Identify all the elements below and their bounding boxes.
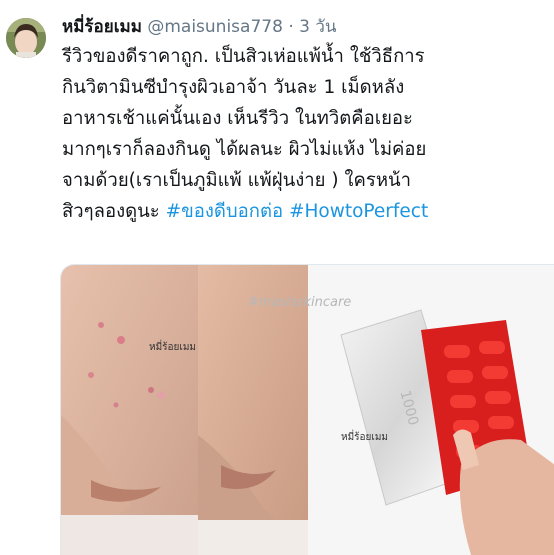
tweet-card[interactable]: หมี่ร้อยเมม @maisunisa778 · 3 วัน รีวิวข… bbox=[0, 0, 554, 555]
tweet-line: รีวิวของดีราคาถูก. เป็นสิวเห่อแพ้น้ำ ใช้… bbox=[62, 46, 425, 67]
tweet-line-text: สิวๆลองดูนะ bbox=[62, 201, 166, 222]
tweet-text: รีวิวของดีราคาถูก. เป็นสิวเห่อแพ้น้ำ ใช้… bbox=[62, 41, 548, 227]
tweet-time[interactable]: 3 วัน bbox=[299, 17, 336, 37]
avatar-photo bbox=[6, 18, 46, 58]
tweet-line-last: สิวๆลองดูนะ #ของดีบอกต่อ #HowtoPerfect bbox=[62, 196, 548, 227]
hashtag-link[interactable]: #HowtoPerfect bbox=[289, 201, 428, 222]
photo-watermark: หมี่ร้อยเมม bbox=[341, 432, 389, 443]
tweet-line: จามด้วย(เราเป็นภูมิแพ้ แพ้ฝุ่นง่าย ) ใคร… bbox=[62, 170, 412, 191]
photo-watermark: หมี่ร้อยเมม bbox=[149, 342, 197, 353]
tweet-header: หมี่ร้อยเมม @maisunisa778 · 3 วัน bbox=[62, 16, 337, 38]
display-name[interactable]: หมี่ร้อยเมม bbox=[62, 17, 142, 37]
instagram-watermark: #masisskincare bbox=[248, 295, 352, 310]
tweet-line: กินวิตามินซีบำรุงผิวเอาจ้า วันละ 1 เม็ดห… bbox=[62, 77, 405, 98]
hashtag-link[interactable]: #ของดีบอกต่อ bbox=[166, 201, 284, 222]
tweet-line: อาหารเช้าแค่นั้นเอง เห็นรีวิว ในทวิตคือเ… bbox=[62, 108, 413, 129]
user-handle[interactable]: @maisunisa778 bbox=[147, 17, 283, 37]
tweet-line: มากๆเราก็ลองกินดู ได้ผลนะ ผิวไม่แห้ง ไม่… bbox=[62, 139, 427, 160]
tweet-media[interactable]: #masisskincare หมี่ร้อยเมม หมี่ร้อยเมม 1… bbox=[60, 264, 554, 555]
separator-dot: · bbox=[288, 17, 294, 37]
avatar[interactable] bbox=[6, 18, 46, 58]
